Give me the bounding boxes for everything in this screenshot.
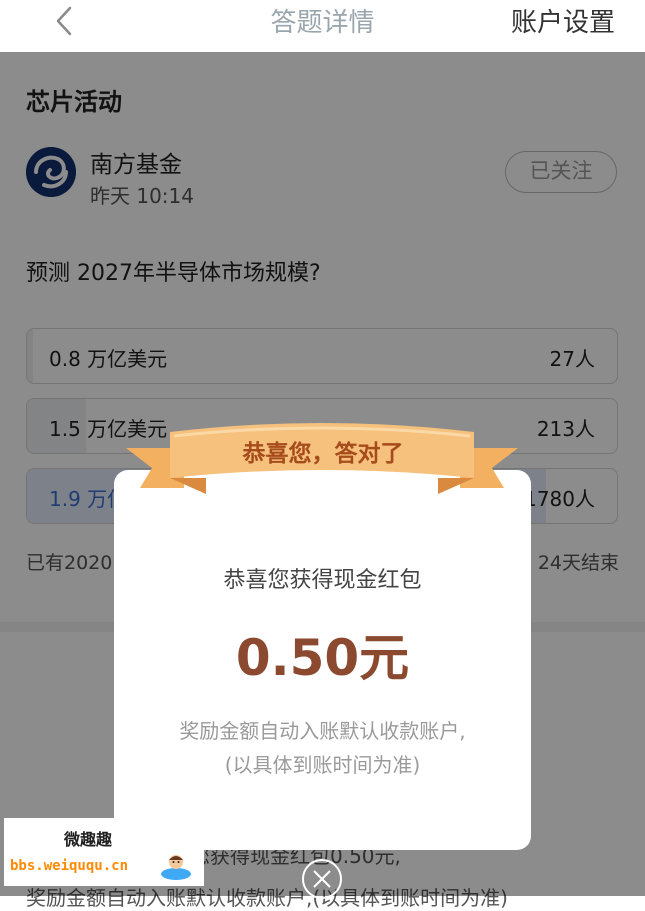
reward-message: 恭喜您获得现金红包 bbox=[223, 568, 422, 593]
reward-note-line: 奖励金额自动入账默认收款账户, bbox=[179, 719, 466, 743]
watermark-url: bbs.weiququ.cn bbox=[10, 858, 129, 874]
mascot-icon bbox=[161, 855, 191, 880]
account-settings-link[interactable]: 账户设置 bbox=[511, 2, 615, 39]
reward-note-line: (以具体到账时间为准) bbox=[224, 753, 421, 777]
reward-modal: 恭喜您获得现金红包 0.50元 奖励金额自动入账默认收款账户, (以具体到账时间… bbox=[114, 470, 531, 850]
reward-note: 奖励金额自动入账默认收款账户, (以具体到账时间为准) bbox=[114, 714, 531, 782]
close-icon[interactable] bbox=[301, 858, 343, 900]
watermark-title: 微趣趣 bbox=[64, 830, 113, 849]
site-watermark: 微趣趣 bbs.weiququ.cn bbox=[4, 818, 204, 886]
top-nav-bar: 答题详情 账户设置 bbox=[0, 0, 645, 44]
ribbon-title: 恭喜您，答对了 bbox=[242, 441, 404, 467]
reward-amount: 0.50元 bbox=[235, 629, 410, 687]
